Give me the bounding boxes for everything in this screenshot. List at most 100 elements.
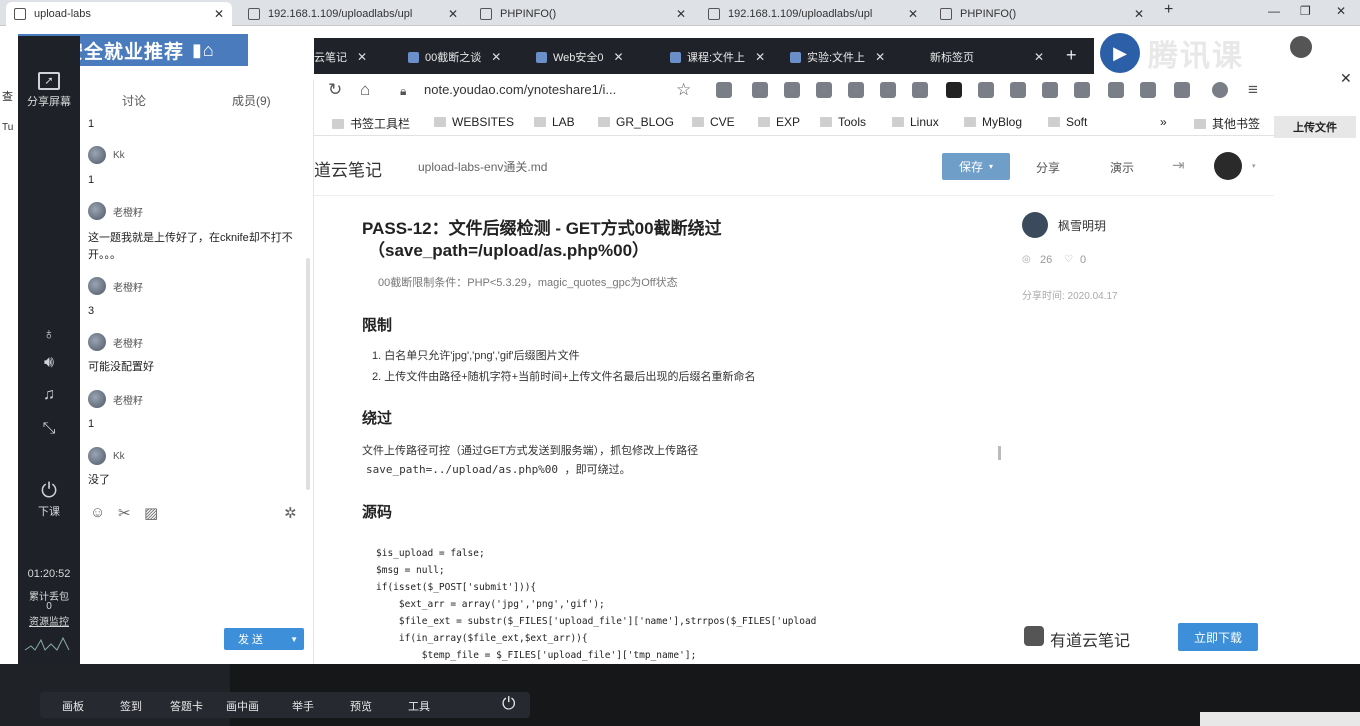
outer-tab-phpinfo-2[interactable]: PHPINFO() ✕ (932, 2, 1152, 26)
close-icon[interactable]: ✕ (357, 50, 367, 64)
close-icon[interactable]: ✕ (491, 50, 501, 64)
extension-icon[interactable] (1108, 82, 1124, 98)
save-button[interactable]: 保存 ▾ (942, 153, 1010, 180)
tab-members[interactable]: 成员(9) (232, 92, 271, 109)
resource-monitor-link[interactable]: 资源监控 (18, 613, 80, 628)
inner-tab-note[interactable]: 云笔记 ✕ (314, 46, 367, 68)
outer-tab-uploadlabs-1[interactable]: 192.168.1.109/uploadlabs/upl ✕ (240, 2, 466, 26)
inner-tab-lab[interactable]: 实验:文件上 ✕ (790, 46, 885, 68)
power-icon[interactable]: ⏻ (502, 694, 515, 714)
extension-icon[interactable] (784, 82, 800, 98)
speaker-button[interactable]: 🔊︎ (18, 354, 80, 375)
close-icon[interactable]: ✕ (875, 50, 885, 64)
settings-icon[interactable]: ✲ (284, 504, 297, 522)
extension-icon[interactable] (848, 82, 864, 98)
avatar[interactable] (1214, 152, 1242, 180)
inner-tab-websec[interactable]: Web安全0 ✕ (536, 46, 624, 68)
toolbar-preview[interactable]: 预览 (350, 698, 372, 714)
bookmark-lab[interactable]: LAB (534, 115, 575, 129)
extension-icon[interactable] (1174, 82, 1190, 98)
emoji-icon[interactable]: ☺ (90, 504, 105, 521)
bookmark-cve[interactable]: CVE (692, 115, 735, 129)
doc-scroll-handle[interactable] (998, 446, 1001, 460)
globe-icon[interactable] (1212, 82, 1228, 98)
bookmark-linux[interactable]: Linux (892, 115, 939, 129)
close-icon[interactable]: ✕ (908, 7, 918, 21)
bookmark-websites[interactable]: WEBSITES (434, 115, 514, 129)
extension-icon[interactable] (816, 82, 832, 98)
bookmark-gr-blog[interactable]: GR_BLOG (598, 115, 674, 129)
extension-icon[interactable] (716, 82, 732, 98)
profile-icon[interactable] (1290, 36, 1312, 58)
close-icon[interactable]: ✕ (214, 7, 224, 21)
inner-tab-00[interactable]: 00截断之谈 ✕ (408, 46, 501, 68)
chat-username: 老橙籽 (113, 282, 143, 294)
bookmarks-overflow-icon[interactable]: » (1160, 115, 1167, 129)
reload-icon[interactable]: ↻ (328, 80, 342, 100)
toolbar-tools[interactable]: 工具 (408, 698, 430, 714)
new-tab-icon[interactable]: + (1066, 44, 1077, 66)
bookmark-exp[interactable]: EXP (758, 115, 800, 129)
toolbar-checkin[interactable]: 签到 (120, 698, 142, 714)
chevron-down-icon[interactable]: ▾ (1252, 162, 1256, 170)
share-button[interactable]: 分享 (1036, 159, 1060, 176)
bookmark-soft[interactable]: Soft (1048, 115, 1087, 129)
close-icon[interactable]: ✕ (1134, 7, 1144, 21)
close-icon[interactable]: ✕ (614, 50, 624, 64)
chevron-down-icon[interactable]: ▼ (290, 635, 298, 644)
toolbar-pip[interactable]: 画中画 (226, 698, 259, 714)
toolbar-raise-hand[interactable]: 举手 (292, 698, 314, 714)
inner-tab-newtab[interactable]: 新标签页 ✕ (930, 46, 1044, 68)
exit-icon[interactable]: ⇥ (1172, 156, 1185, 174)
image-icon[interactable]: ▨ (144, 504, 158, 522)
share-screen-button[interactable]: ➚ 分享屏幕 (18, 72, 80, 109)
toolbar-answer-card[interactable]: 答题卡 (170, 698, 203, 714)
minimize-icon[interactable]: — (1268, 4, 1280, 18)
close-icon[interactable]: ✕ (676, 7, 686, 21)
scissors-icon[interactable]: ✂ (118, 504, 131, 522)
fullscreen-button[interactable]: ⤡ (18, 420, 80, 441)
bookmark-other[interactable]: 其他书签 (1194, 115, 1260, 132)
close-icon[interactable]: ✕ (1034, 50, 1044, 64)
bookmark-toolbar[interactable]: 书签工具栏 (332, 115, 410, 132)
extension-icon[interactable] (880, 82, 896, 98)
teacher-rail: ➚ 分享屏幕 ♁ 🔊︎ ♫ ⤡ ⏻ 下课 01:20:52 累计丢包 0 资源监… (18, 36, 80, 664)
extension-icon[interactable] (912, 82, 928, 98)
send-button[interactable]: 发 送 ▼ (224, 628, 304, 650)
toolbar-whiteboard[interactable]: 画板 (62, 698, 84, 714)
extension-icon[interactable] (752, 82, 768, 98)
mic-button[interactable]: ♁ (18, 326, 80, 347)
outer-tab-label: PHPINFO() (500, 8, 557, 20)
extension-icon[interactable] (978, 82, 994, 98)
extension-icon[interactable] (1010, 82, 1026, 98)
bookmark-myblog[interactable]: MyBlog (964, 115, 1022, 129)
star-icon[interactable]: ☆ (676, 80, 691, 100)
extension-icon[interactable] (1042, 82, 1058, 98)
outer-tab-upload-labs[interactable]: upload-labs ✕ (6, 2, 232, 26)
leave-class-button[interactable]: ⏻ 下课 (18, 481, 80, 519)
new-tab-icon[interactable]: + (1164, 1, 1173, 19)
window-close-icon[interactable]: ✕ (1336, 4, 1346, 18)
address-url[interactable]: note.youdao.com/ynoteshare1/i... (424, 82, 616, 97)
inner-tab-course[interactable]: 课程:文件上 ✕ (670, 46, 765, 68)
tab-discuss[interactable]: 讨论 (122, 92, 146, 109)
close-icon[interactable]: ✕ (448, 7, 458, 21)
extension-icon[interactable] (946, 82, 962, 98)
author-name[interactable]: 枫雪明玥 (1058, 217, 1106, 234)
maximize-icon[interactable]: ❐ (1300, 4, 1311, 18)
bookmark-tools[interactable]: Tools (820, 115, 866, 129)
extension-icon[interactable] (1074, 82, 1090, 98)
download-button[interactable]: 立即下载 (1178, 623, 1258, 651)
present-button[interactable]: 演示 (1110, 159, 1134, 176)
music-button[interactable]: ♫ (18, 386, 80, 407)
extension-icon[interactable] (1140, 82, 1156, 98)
home-icon[interactable]: ⌂ (360, 80, 370, 100)
outer-tab-phpinfo-1[interactable]: PHPINFO() ✕ (472, 2, 694, 26)
outer-tab-uploadlabs-2[interactable]: 192.168.1.109/uploadlabs/upl ✕ (700, 2, 926, 26)
close-icon[interactable]: ✕ (1340, 70, 1352, 87)
close-icon[interactable]: ✕ (755, 50, 765, 64)
share-screen-icon: ➚ (38, 72, 60, 90)
chat-scrollbar[interactable] (306, 258, 310, 490)
upload-file-button[interactable]: 上传文件 (1274, 116, 1356, 138)
menu-icon[interactable]: ≡ (1248, 80, 1258, 100)
